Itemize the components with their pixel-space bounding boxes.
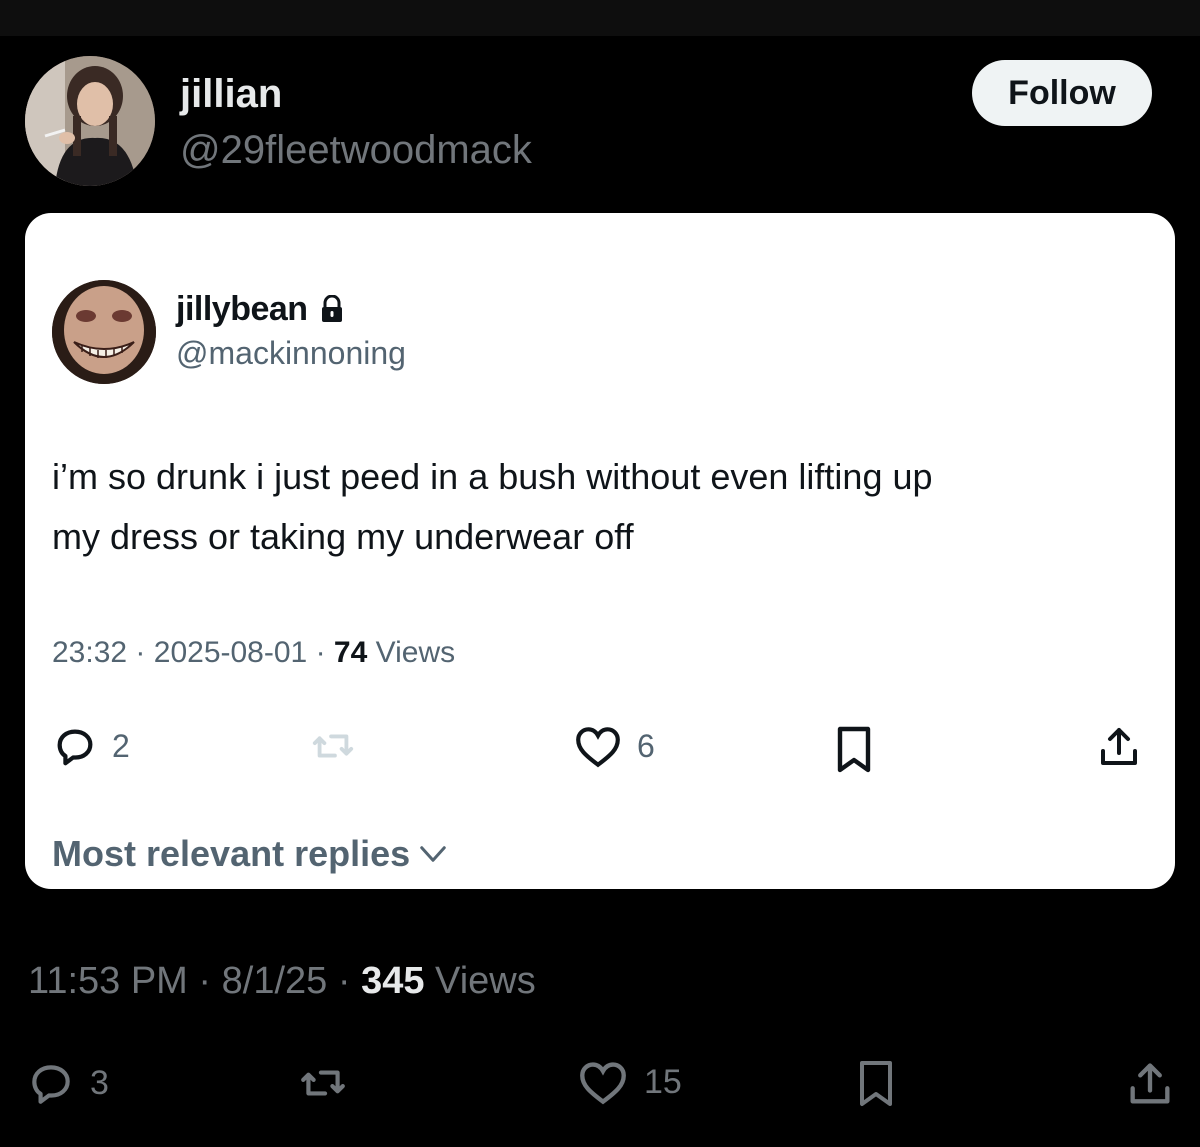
quoted-tweet-text: i’m so drunk i just peed in a bush witho…: [52, 447, 1142, 567]
heart-icon: [580, 1062, 626, 1105]
quoted-tweet-text-line: i’m so drunk i just peed in a bush witho…: [52, 456, 933, 497]
separator: ·: [135, 636, 146, 669]
retweet-icon: [312, 734, 354, 758]
quoted-views-count: 74: [333, 636, 368, 669]
tweet-screenshot-image[interactable]: jillybean @mackinnoning i’m so drunk i j…: [25, 213, 1175, 889]
reply-count: 3: [90, 1063, 109, 1102]
quoted-time: 23:32: [52, 636, 128, 669]
quoted-author-row: jillybean: [176, 289, 344, 329]
heart-icon: [576, 727, 620, 768]
status-bar: [0, 0, 1200, 36]
tweet-meta: 11:53 PM · 8/1/25 · 345 Views: [28, 960, 536, 1003]
quoted-avatar-image: [52, 280, 156, 384]
quoted-tweet-meta: 23:32 · 2025-08-01 · 74 Views: [52, 636, 455, 670]
separator: ·: [315, 636, 326, 669]
share-icon: [1130, 1063, 1170, 1104]
quoted-reply-action: 2: [52, 723, 130, 769]
quoted-author-handle: @mackinnoning: [176, 335, 406, 371]
views-label[interactable]: Views: [435, 960, 536, 1002]
quoted-author-name: jillybean: [176, 289, 308, 328]
author-handle[interactable]: @29fleetwoodmack: [180, 126, 532, 174]
retweet-icon: [301, 1070, 345, 1096]
separator: ·: [337, 960, 351, 1002]
follow-button[interactable]: Follow: [972, 60, 1152, 126]
views-count[interactable]: 345: [361, 960, 424, 1002]
quoted-like-action: 6: [573, 723, 655, 769]
reply-button[interactable]: 3: [26, 1058, 109, 1108]
lock-icon: [320, 294, 344, 323]
share-button[interactable]: [1124, 1058, 1176, 1110]
share-icon: [1101, 728, 1137, 765]
quoted-reply-count: 2: [112, 727, 130, 764]
like-count: 15: [644, 1062, 682, 1101]
bookmark-button[interactable]: [852, 1056, 900, 1112]
quoted-date: 2025-08-01: [153, 636, 308, 669]
most-relevant-label: Most relevant replies: [52, 833, 411, 874]
quoted-avatar: [52, 280, 156, 384]
bookmark-icon: [837, 726, 871, 773]
quoted-retweet-action: [310, 723, 356, 769]
tweet-time[interactable]: 11:53 PM: [28, 960, 188, 1002]
separator: ·: [198, 960, 212, 1002]
quoted-tweet-text-line: my dress or taking my underwear off: [52, 516, 634, 557]
bookmark-icon: [860, 1061, 892, 1106]
most-relevant-replies: Most relevant replies: [52, 833, 448, 875]
tweet-date[interactable]: 8/1/25: [222, 960, 328, 1002]
retweet-button[interactable]: [296, 1058, 350, 1108]
quoted-views-label: Views: [375, 636, 456, 669]
quoted-like-count: 6: [637, 727, 655, 764]
quoted-bookmark-action: [830, 723, 878, 777]
reply-icon: [32, 1065, 70, 1104]
avatar[interactable]: [25, 56, 155, 186]
avatar-image: [25, 56, 155, 186]
reply-icon: [57, 729, 93, 766]
like-button[interactable]: 15: [576, 1058, 682, 1106]
chevron-down-icon: [420, 846, 446, 862]
quoted-share-action: [1095, 723, 1143, 771]
author-name[interactable]: jillian: [180, 70, 282, 118]
